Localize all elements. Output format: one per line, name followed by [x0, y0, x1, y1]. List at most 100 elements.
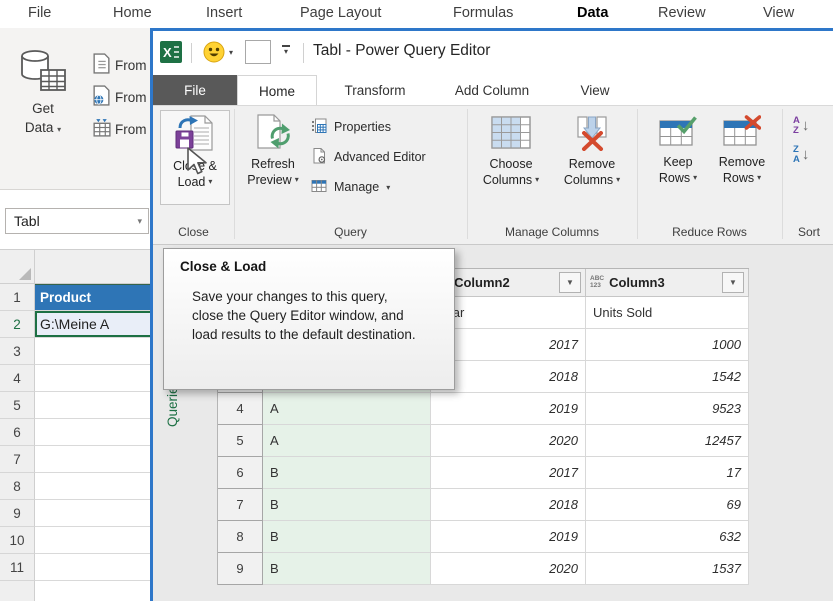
- pq-title-bar[interactable]: X ▾ ▾ Tabl - Power Q: [153, 31, 833, 75]
- sort-down-arrow-icon: ↓: [802, 118, 810, 133]
- manage-button[interactable]: Manage ▾: [311, 172, 426, 202]
- excel-row-number[interactable]: 8: [0, 473, 35, 500]
- pq-tab-view[interactable]: View: [565, 75, 625, 105]
- pq-cell-column3[interactable]: 1542: [586, 361, 749, 393]
- excel-tab-data[interactable]: Data: [577, 5, 608, 21]
- excel-tab-page-layout[interactable]: Page Layout: [300, 5, 381, 21]
- pq-cell-column2[interactable]: 2020: [431, 553, 586, 585]
- excel-cell[interactable]: [35, 419, 152, 446]
- pq-tab-home[interactable]: Home: [237, 75, 317, 106]
- name-box-dropdown-icon[interactable]: ▾: [137, 216, 148, 227]
- remove-rows-button[interactable]: Remove Rows▾: [711, 110, 773, 203]
- sort-ascending-button[interactable]: AZ ↓: [793, 116, 809, 135]
- advanced-editor-button[interactable]: Advanced Editor: [311, 142, 426, 172]
- pq-cell-column3[interactable]: 69: [586, 489, 749, 521]
- quick-access-empty-button[interactable]: [245, 40, 271, 64]
- excel-cell[interactable]: [35, 338, 152, 365]
- keep-rows-label-line1: Keep: [663, 154, 692, 170]
- properties-button[interactable]: Properties: [311, 112, 426, 142]
- remove-columns-button[interactable]: Remove Columns▾: [558, 110, 626, 203]
- from-web-button[interactable]: From: [92, 84, 147, 110]
- document-globe-icon: [92, 85, 111, 109]
- excel-cell[interactable]: G:\Meine A: [35, 311, 152, 338]
- excel-tab-view[interactable]: View: [763, 5, 794, 21]
- smiley-feedback-icon[interactable]: [203, 41, 225, 68]
- svg-text:X: X: [163, 45, 172, 60]
- pq-tab-transform[interactable]: Transform: [332, 75, 418, 105]
- excel-cell[interactable]: [35, 446, 152, 473]
- pq-row-number[interactable]: 8: [218, 521, 263, 553]
- pq-cell-column1[interactable]: A: [263, 393, 431, 425]
- excel-tab-review[interactable]: Review: [658, 5, 706, 21]
- select-all-cell[interactable]: [0, 250, 35, 284]
- remove-columns-label-line1: Remove: [569, 156, 616, 172]
- excel-cell[interactable]: [35, 473, 152, 500]
- pq-cell-column2[interactable]: 2019: [431, 393, 586, 425]
- pq-row-number[interactable]: 4: [218, 393, 263, 425]
- excel-cell[interactable]: [35, 527, 152, 554]
- excel-tab-insert[interactable]: Insert: [206, 5, 242, 21]
- excel-row-number[interactable]: 6: [0, 419, 35, 446]
- pq-row-number[interactable]: 9: [218, 553, 263, 585]
- column3-header[interactable]: ABC123 Column3 ▼: [586, 269, 749, 297]
- excel-cell[interactable]: [35, 554, 152, 581]
- filter-dropdown-icon[interactable]: ▼: [559, 272, 581, 293]
- pq-cell-column3[interactable]: 632: [586, 521, 749, 553]
- excel-cell[interactable]: [35, 365, 152, 392]
- excel-row-number[interactable]: 2: [0, 311, 35, 338]
- choose-columns-button[interactable]: Choose Columns▾: [478, 110, 544, 203]
- pq-cell-column3[interactable]: 12457: [586, 425, 749, 457]
- pq-cell-column1[interactable]: B: [263, 457, 431, 489]
- excel-tab-home[interactable]: Home: [113, 5, 152, 21]
- excel-cell[interactable]: [35, 581, 152, 601]
- excel-row-number[interactable]: 3: [0, 338, 35, 365]
- advanced-editor-label: Advanced Editor: [334, 150, 426, 164]
- table-arrows-icon: [92, 117, 111, 141]
- filter-dropdown-icon[interactable]: ▼: [722, 272, 744, 293]
- pq-row-number[interactable]: 7: [218, 489, 263, 521]
- pq-cell-column2[interactable]: 2018: [431, 489, 586, 521]
- excel-row-number[interactable]: 5: [0, 392, 35, 419]
- name-box[interactable]: Tabl ▾: [5, 208, 149, 234]
- customize-toolbar-icon[interactable]: ▾: [280, 45, 292, 56]
- excel-row-number[interactable]: 4: [0, 365, 35, 392]
- excel-cell[interactable]: [35, 500, 152, 527]
- excel-row-number[interactable]: 1: [0, 284, 35, 311]
- pq-cell-column3[interactable]: 1537: [586, 553, 749, 585]
- excel-row-number[interactable]: 10: [0, 527, 35, 554]
- from-table-range-button[interactable]: From: [92, 116, 147, 142]
- excel-row-number[interactable]: [0, 581, 35, 601]
- pq-cell-column3[interactable]: 17: [586, 457, 749, 489]
- excel-cell[interactable]: [35, 392, 152, 419]
- pq-cell-column1[interactable]: B: [263, 521, 431, 553]
- excel-row-number[interactable]: 9: [0, 500, 35, 527]
- keep-rows-button[interactable]: Keep Rows▾: [647, 110, 709, 203]
- pq-cell-column1[interactable]: B: [263, 489, 431, 521]
- pq-row-number[interactable]: 5: [218, 425, 263, 457]
- pq-tab-file[interactable]: File: [153, 75, 237, 105]
- pq-cell-column2[interactable]: 2019: [431, 521, 586, 553]
- pq-cell-column2[interactable]: 2020: [431, 425, 586, 457]
- pq-cell-column3[interactable]: 1000: [586, 329, 749, 361]
- pq-cell-column3[interactable]: 9523: [586, 393, 749, 425]
- sort-descending-button[interactable]: ZA ↓: [793, 145, 809, 164]
- pq-cell-column2[interactable]: 2017: [431, 457, 586, 489]
- sort-buttons: AZ ↓ ZA ↓: [793, 116, 809, 164]
- pq-row-number[interactable]: 6: [218, 457, 263, 489]
- excel-cell[interactable]: Product: [35, 284, 152, 311]
- pq-cell-column3[interactable]: Units Sold: [586, 297, 749, 329]
- titlebar-separator: [303, 43, 304, 63]
- from-text-csv-button[interactable]: From: [92, 52, 147, 78]
- excel-tab-file[interactable]: File: [28, 5, 51, 21]
- data-type-icon[interactable]: ABC123: [590, 276, 604, 289]
- pq-cell-column1[interactable]: B: [263, 553, 431, 585]
- excel-row-number[interactable]: 7: [0, 446, 35, 473]
- refresh-preview-button[interactable]: Refresh Preview▾: [241, 110, 305, 203]
- excel-tab-formulas[interactable]: Formulas: [453, 5, 513, 21]
- pq-tab-add-column[interactable]: Add Column: [442, 75, 542, 105]
- get-data-button[interactable]: Get Data ▾: [8, 48, 78, 139]
- excel-row-number[interactable]: 11: [0, 554, 35, 581]
- smiley-dropdown-icon[interactable]: ▾: [229, 48, 233, 57]
- column-header-strip[interactable]: [35, 250, 152, 284]
- pq-cell-column1[interactable]: A: [263, 425, 431, 457]
